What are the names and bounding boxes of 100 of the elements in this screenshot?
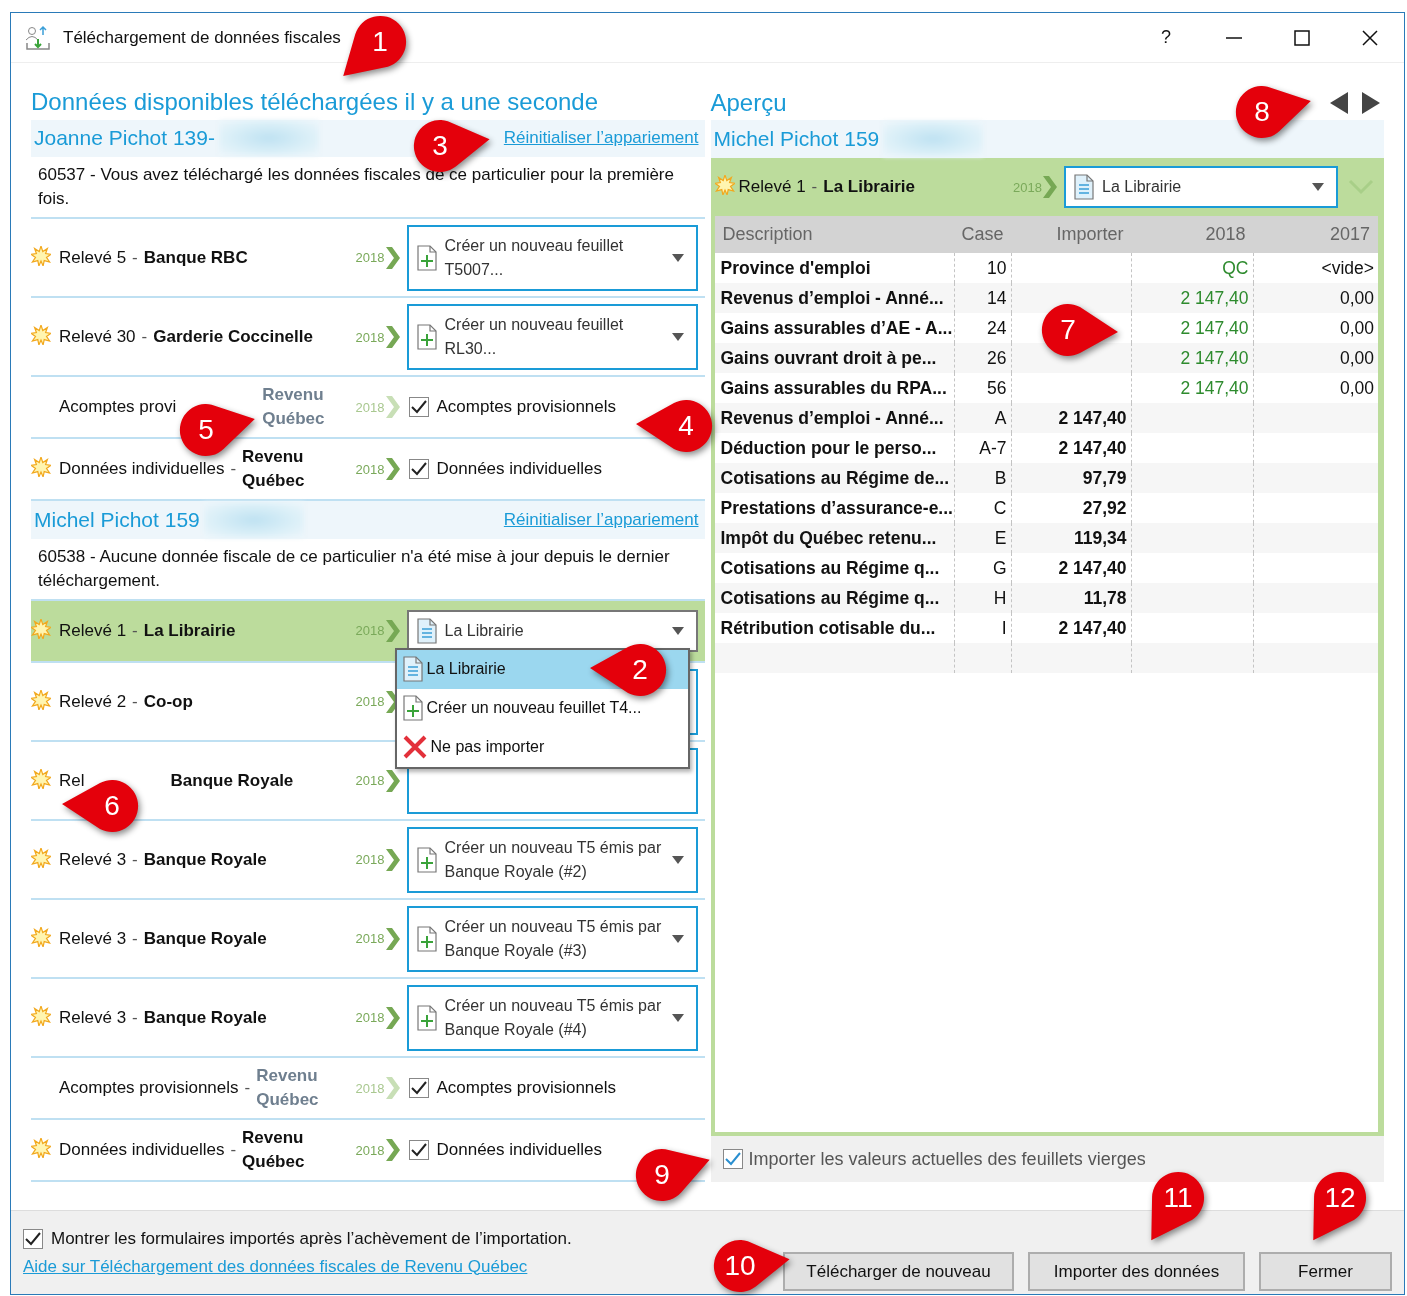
table-cell: 14 — [987, 287, 1007, 309]
year-label: 2018 — [355, 931, 385, 947]
table-cell: 26 — [987, 347, 1007, 369]
table-cell: 2 147,40 — [1180, 377, 1249, 399]
checkbox[interactable] — [408, 1078, 429, 1098]
year-label: 2018 — [355, 250, 385, 266]
new-document-icon — [416, 1004, 437, 1031]
year-label: 2018 — [355, 1142, 385, 1158]
section-heading: Données disponibles téléchargées il y a une seconde — [31, 88, 599, 117]
previous-arrow-icon[interactable] — [1330, 91, 1348, 114]
chevron-right-icon — [1043, 176, 1057, 198]
checkbox[interactable] — [408, 459, 429, 480]
table-cell: 0,00 — [1339, 317, 1374, 339]
sheet-dropdown[interactable]: Créer un nouveau T5 émis par Banque Royale (#3) — [406, 905, 698, 972]
year-label: 2018 — [355, 852, 385, 868]
checkbox[interactable] — [722, 1149, 743, 1169]
year-label: 2018 — [355, 694, 385, 710]
year-label: 2018 — [355, 399, 385, 415]
menu-item[interactable]: Créer un nouveau feuillet T4... — [396, 688, 688, 728]
table-cell: <vide> — [1321, 257, 1374, 279]
year-label: 2018 — [355, 1010, 385, 1026]
cross-icon — [402, 735, 427, 760]
new-document-icon — [416, 324, 437, 351]
table-cell: Cotisations au Régime de... — [720, 467, 950, 489]
table-cell: Revenus d’emploi - Anné... — [720, 287, 944, 309]
separator-text: - — [141, 327, 148, 348]
caret-icon — [671, 626, 684, 635]
chevron-right-icon — [385, 396, 400, 419]
next-arrow-icon[interactable] — [1362, 91, 1380, 114]
issuer-name: Revenu Québec — [262, 384, 326, 431]
slip-label: Relevé 5 — [59, 248, 127, 268]
table-cell: Déduction pour le perso... — [720, 437, 937, 459]
table-cell: Rétribution cotisable du... — [720, 617, 936, 639]
issuer-name: La Librairie — [143, 620, 236, 641]
table-cell: Prestations d’assurance-e... — [720, 497, 953, 519]
year-label: 2018 — [355, 329, 385, 345]
checkbox[interactable] — [408, 1140, 429, 1160]
sheet-dropdown[interactable]: Créer un nouveau feuillet RL30... — [406, 304, 698, 371]
dialog-button[interactable]: Fermer — [1259, 1252, 1392, 1291]
column-header: Case — [960, 223, 1005, 246]
table-cell: I — [1001, 617, 1007, 639]
table-cell: 2 147,40 — [1180, 317, 1249, 339]
table-cell: Cotisations au Régime q... — [720, 587, 940, 609]
issuer-name: Banque Royale — [143, 928, 267, 949]
table-cell: A — [994, 407, 1007, 429]
table-cell: 119,34 — [1073, 527, 1127, 549]
table-cell: 2 147,40 — [1058, 437, 1127, 459]
chevron-right-icon — [385, 848, 400, 871]
table-cell: B — [994, 467, 1007, 489]
issuer-name: Banque Royale — [143, 1007, 267, 1028]
dialog-button[interactable]: Télécharger de nouveau — [783, 1252, 1014, 1291]
slip-label: Relevé 3 — [59, 849, 127, 870]
sheet-dropdown[interactable]: Créer un nouveau feuillet T5007... — [406, 225, 698, 291]
sheet-dropdown[interactable]: Créer un nouveau T5 émis par Banque Royale (#2) — [406, 826, 698, 893]
year-label: 2018 — [355, 1080, 385, 1096]
chevron-right-icon — [385, 1006, 400, 1029]
separator-text: - — [132, 691, 138, 712]
caret-icon — [671, 254, 684, 262]
table-cell: 27,92 — [1082, 497, 1127, 519]
slip-label: Données individuelles — [59, 1140, 225, 1160]
table-cell: 10 — [987, 257, 1007, 279]
table-cell: 2 147,40 — [1180, 347, 1249, 369]
table-cell: E — [994, 527, 1007, 549]
table-cell: 2 147,40 — [1058, 407, 1127, 429]
separator-text: - — [244, 1078, 251, 1098]
new-document-icon — [416, 846, 437, 873]
table-cell: Cotisations au Régime q... — [720, 557, 940, 579]
issuer-name: Banque Royale — [170, 770, 294, 791]
dialog-button[interactable]: Importer des données — [1028, 1252, 1245, 1291]
chevron-right-icon — [385, 326, 400, 349]
caret-icon — [1312, 183, 1324, 191]
table-cell: C — [993, 497, 1007, 519]
person-name: Michel Pichot 159 — [713, 127, 880, 151]
column-header: 2018 — [1204, 223, 1247, 246]
help-button[interactable]: ? — [1132, 27, 1200, 48]
issuer-name: Banque RBC — [143, 248, 248, 268]
checkbox[interactable] — [408, 397, 429, 418]
new-document-icon — [416, 245, 437, 271]
sheet-dropdown[interactable]: La Librairie — [1064, 166, 1338, 208]
menu-item[interactable]: Ne pas importer — [396, 727, 688, 767]
chevron-right-icon — [385, 769, 400, 792]
issuer-name: Revenu Québec — [242, 1127, 306, 1173]
separator-text: - — [132, 248, 138, 268]
column-header: Importer — [1055, 223, 1125, 246]
app-icon — [25, 24, 51, 51]
caret-icon — [671, 855, 684, 864]
table-cell: Gains assurables d’AE - A... — [720, 317, 953, 339]
chevron-right-icon — [385, 458, 400, 481]
year-label: 2018 — [355, 623, 385, 639]
issuer-name: Revenu Québec — [242, 446, 306, 493]
table-cell: 97,79 — [1082, 467, 1127, 489]
sheet-dropdown[interactable]: Créer un nouveau T5 émis par Banque Royale (#4) — [406, 984, 698, 1051]
window-title: Téléchargement de données fiscales — [63, 27, 341, 48]
table-cell: 0,00 — [1339, 347, 1374, 369]
checkbox-label: Importer les valeurs actuelles des feuillets vierges — [748, 1148, 1146, 1170]
table-cell: QC — [1222, 257, 1249, 279]
person-name: Joanne Pichot 139- — [34, 126, 215, 151]
table-cell: 56 — [987, 377, 1007, 399]
issuer-name: Banque Royale — [143, 849, 267, 870]
checkbox[interactable] — [23, 1228, 43, 1249]
